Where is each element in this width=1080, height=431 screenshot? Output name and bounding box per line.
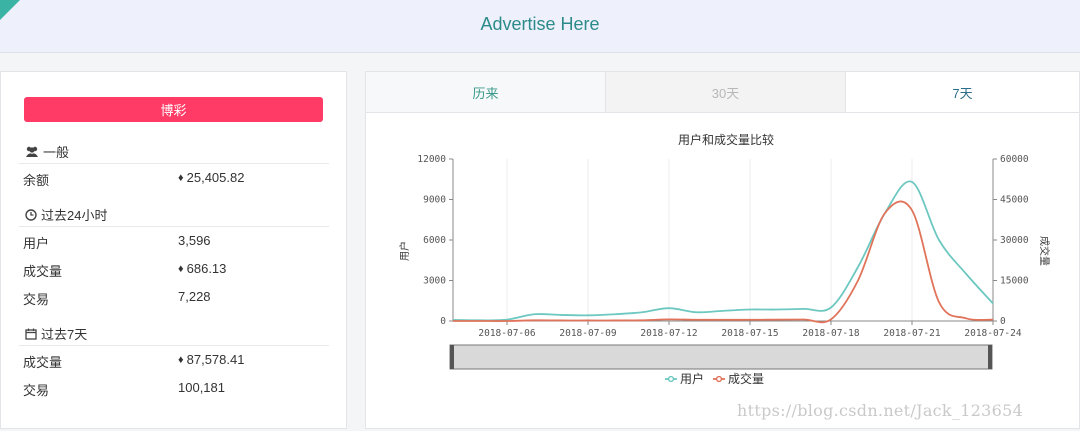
y-right-tick-label: 45000 [1000, 195, 1029, 206]
last7d-title-text: 过去7天 [41, 327, 88, 342]
volume-24h-value: ♦ 686.13 [178, 261, 226, 276]
tab-30-days[interactable]: 30天 [606, 72, 846, 112]
ether-icon: ♦ [178, 262, 184, 275]
ether-icon: ♦ [178, 171, 184, 184]
x-tick-label: 2018-07-15 [721, 328, 778, 339]
x-tick-label: 2018-07-09 [559, 328, 616, 339]
chart-legend[interactable]: 用户 成交量 [665, 371, 764, 386]
divider [19, 163, 329, 164]
y-axis-right-label: 成交量 [1038, 236, 1051, 266]
last7d-section-title: 过去7天 [25, 324, 87, 343]
y-tick-label: 6000 [423, 235, 446, 246]
tab-7-days[interactable]: 7天 [846, 72, 1079, 112]
last24h-title-text: 过去24小时 [41, 208, 108, 223]
divider [19, 345, 329, 346]
x-tick-label: 2018-07-24 [964, 328, 1021, 339]
users-24h-value: 3,596 [178, 233, 211, 248]
gambling-button[interactable]: 博彩 [24, 97, 323, 122]
clock-icon [25, 208, 37, 221]
users-volume-chart: 用户和成交量比较 0 3000 6000 9000 12000 0 15000 30000 4… [398, 132, 1051, 386]
x-tick-label: 2018-07-21 [883, 328, 940, 339]
legend-volume-label[interactable]: 成交量 [728, 371, 764, 386]
y-right-tick-label: 30000 [1000, 235, 1029, 246]
users-24h-label: 用户 [23, 236, 50, 251]
last24h-section-title: 过去24小时 [25, 205, 107, 224]
chart-grid [506, 159, 994, 321]
general-section-title: 一般 [25, 142, 69, 161]
divider [19, 226, 329, 227]
ad-banner[interactable]: Advertise Here [0, 0, 1080, 53]
volume-7d-label: 成交量 [23, 355, 63, 370]
y-tick-label: 12000 [417, 154, 446, 165]
x-axis-ticks: 2018-07-06 2018-07-09 2018-07-12 2018-07-15… [478, 321, 1022, 339]
general-title-text: 一般 [43, 145, 70, 160]
chart-panel: 历来 30天 7天 用户和成交量比较 0 3000 6000 9000 12000 0 1… [365, 71, 1080, 429]
tx-7d-value: 100,181 [178, 380, 225, 395]
y-tick-label: 9000 [423, 195, 446, 206]
calendar-icon [25, 328, 37, 340]
zoom-handle-right[interactable] [988, 345, 992, 369]
stats-panel: 博彩 一般 余额 ♦ 25,405.82 过去24小时 用户 3,596 成交量… [0, 71, 347, 429]
balance-value: ♦ 25,405.82 [178, 170, 244, 185]
users-icon [26, 146, 38, 157]
tx-7d-label: 交易 [23, 383, 50, 398]
tab-all-time[interactable]: 历来 [366, 72, 606, 112]
legend-users-label[interactable]: 用户 [680, 371, 704, 386]
watermark-url: https://blog.csdn.net/Jack_123654 [737, 401, 1024, 420]
tx-24h-value: 7,228 [178, 289, 211, 304]
balance-label: 余额 [23, 173, 50, 188]
ether-icon: ♦ [178, 353, 184, 366]
x-tick-label: 2018-07-06 [478, 328, 535, 339]
x-tick-label: 2018-07-12 [640, 328, 697, 339]
volume-24h-amount: 686.13 [186, 261, 227, 276]
y-right-tick-label: 15000 [1000, 276, 1029, 287]
legend-volume-marker [715, 375, 723, 383]
y-axis-left-ticks: 0 3000 6000 9000 12000 [417, 154, 453, 327]
zoom-handle-left[interactable] [450, 345, 454, 369]
legend-users-marker [667, 375, 675, 383]
y-axis-left-label: 用户 [398, 241, 411, 261]
period-tabs: 历来 30天 7天 [366, 72, 1079, 113]
chart-title: 用户和成交量比较 [678, 132, 774, 147]
balance-amount: 25,405.82 [186, 170, 245, 185]
y-tick-label: 3000 [423, 276, 446, 287]
volume-7d-amount: 87,578.41 [186, 352, 245, 367]
y-axis-right-ticks: 0 15000 30000 45000 60000 [993, 154, 1029, 327]
y-tick-label: 0 [440, 316, 446, 327]
y-right-tick-label: 60000 [1000, 154, 1029, 165]
x-tick-label: 2018-07-18 [802, 328, 859, 339]
volume-24h-label: 成交量 [23, 264, 63, 279]
volume-7d-value: ♦ 87,578.41 [178, 352, 244, 367]
y-right-tick-label: 0 [1000, 316, 1006, 327]
tx-24h-label: 交易 [23, 292, 50, 307]
zoom-slider-track[interactable] [449, 344, 993, 370]
banner-title[interactable]: Advertise Here [0, 14, 1080, 35]
